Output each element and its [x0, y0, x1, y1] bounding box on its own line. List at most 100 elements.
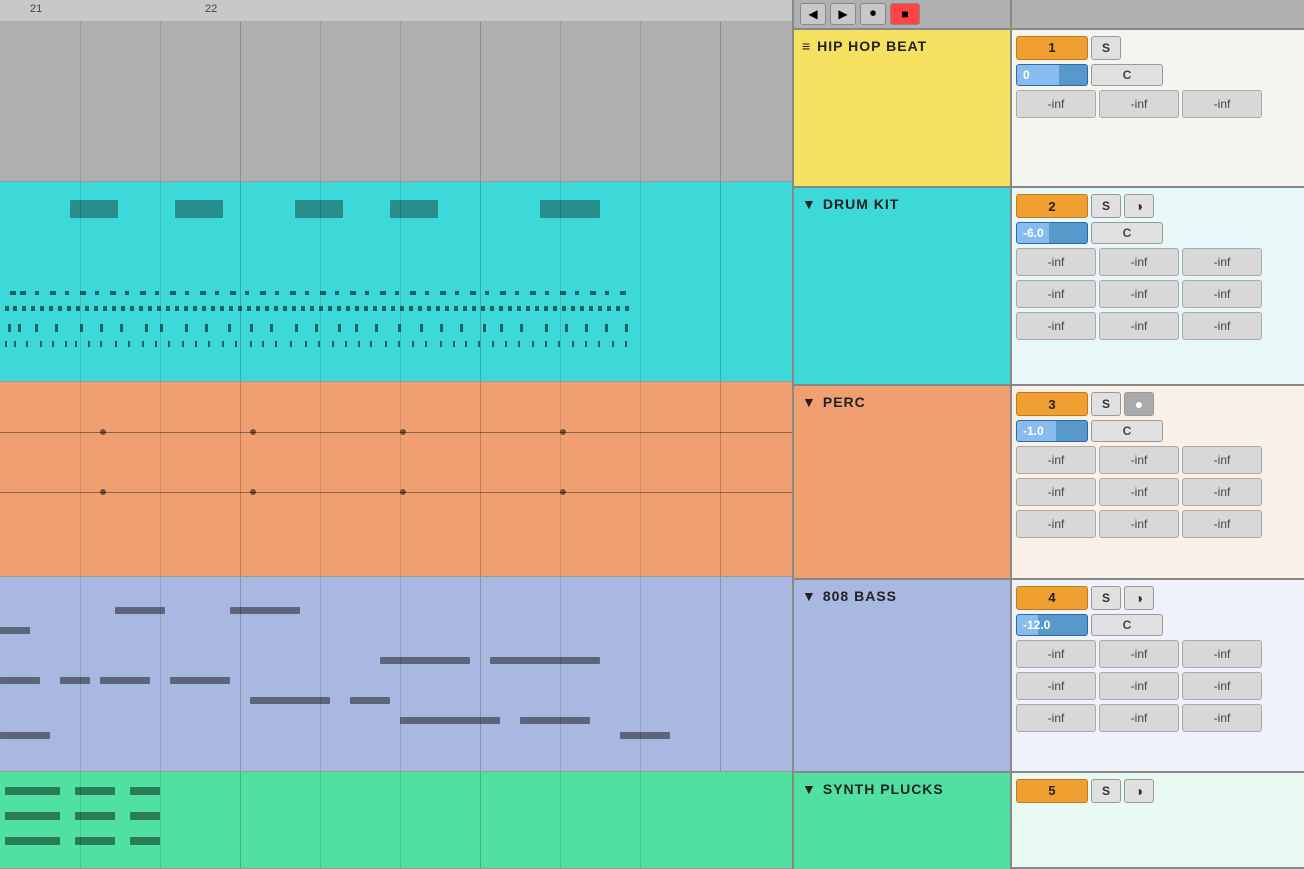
mixer-inf-btn[interactable]: -inf — [1099, 704, 1179, 732]
mixer-inf-btn[interactable]: -inf — [1182, 248, 1262, 276]
mixer-number-hip-hop[interactable]: 1 — [1016, 36, 1088, 60]
mixer-inf-btn[interactable]: -inf — [1182, 704, 1262, 732]
arrangement-track-808-bass[interactable] — [0, 577, 792, 772]
note-block[interactable] — [380, 657, 470, 664]
mixer-inf-btn[interactable]: -inf — [1099, 280, 1179, 308]
track-808-bass-header[interactable]: ▼ 808 BASS — [794, 580, 1010, 773]
mixer-icon-drum-kit[interactable]: ◑ — [1124, 194, 1154, 218]
mixer-c-808-bass[interactable]: C — [1091, 614, 1163, 636]
back-button[interactable]: ◀ — [800, 3, 826, 25]
clip-block[interactable] — [175, 200, 223, 218]
mixer-s-synth[interactable]: S — [1091, 779, 1121, 803]
note-block[interactable] — [5, 812, 60, 820]
mixer-inf-btn[interactable]: -inf — [1016, 248, 1096, 276]
mixer-inf-btn[interactable]: -inf — [1182, 312, 1262, 340]
mixer-inf-btn[interactable]: -inf — [1016, 280, 1096, 308]
mixer-inf-btn[interactable]: -inf — [1099, 90, 1179, 118]
mixer-inf-btn[interactable]: -inf — [1099, 312, 1179, 340]
note-block[interactable] — [75, 837, 115, 845]
mixer-c-drum-kit[interactable]: C — [1091, 222, 1163, 244]
mixer-inf-btn[interactable]: -inf — [1099, 446, 1179, 474]
note-block[interactable] — [0, 627, 30, 634]
mixer-inf-btn[interactable]: -inf — [1099, 640, 1179, 668]
note-block[interactable] — [5, 787, 60, 795]
arrangement-track-synth[interactable] — [0, 772, 792, 869]
mixer-inf-btn[interactable]: -inf — [1182, 510, 1262, 538]
mixer-inf-btn[interactable]: -inf — [1016, 478, 1096, 506]
mixer-inf-btn[interactable]: -inf — [1099, 478, 1179, 506]
mixer-volume-row-perc: -1.0 C — [1012, 418, 1304, 444]
note-block[interactable] — [250, 697, 330, 704]
note-block[interactable] — [350, 697, 390, 704]
mixer-inf-btn[interactable]: -inf — [1016, 90, 1096, 118]
mixer-volume-drum-kit[interactable]: -6.0 — [1016, 222, 1088, 244]
mixer-inf-row3-perc: -inf -inf -inf — [1012, 508, 1304, 540]
mixer-icon-synth[interactable]: ◑ — [1124, 779, 1154, 803]
mixer-volume-perc[interactable]: -1.0 — [1016, 420, 1088, 442]
note-block[interactable] — [75, 812, 115, 820]
mixer-number-perc[interactable]: 3 — [1016, 392, 1088, 416]
forward-button[interactable]: ▶ — [830, 3, 856, 25]
mixer-s-drum-kit[interactable]: S — [1091, 194, 1121, 218]
arrangement-track-perc[interactable] — [0, 382, 792, 577]
note-block[interactable] — [400, 717, 500, 724]
mixer-s-hip-hop[interactable]: S — [1091, 36, 1121, 60]
note-block[interactable] — [620, 732, 670, 739]
note-block[interactable] — [520, 717, 590, 724]
note-block[interactable] — [75, 787, 115, 795]
mixer-volume-hip-hop[interactable]: 0 — [1016, 64, 1088, 86]
mixer-inf-btn[interactable]: -inf — [1099, 248, 1179, 276]
mixer-icon-808-bass[interactable]: ◑ — [1124, 586, 1154, 610]
mixer-c-perc[interactable]: C — [1091, 420, 1163, 442]
arrangement-track-hip-hop[interactable] — [0, 22, 792, 182]
note-block[interactable] — [5, 837, 60, 845]
mixer-number-synth[interactable]: 5 — [1016, 779, 1088, 803]
note-block[interactable] — [115, 607, 165, 614]
track-hip-hop-header[interactable]: ≡ HIP HOP BEAT — [794, 30, 1010, 189]
clip-block[interactable] — [70, 200, 118, 218]
stop-button[interactable]: ■ — [890, 3, 920, 25]
mixer-c-hip-hop[interactable]: C — [1091, 64, 1163, 86]
note-block[interactable] — [130, 812, 160, 820]
mixer-inf-btn[interactable]: -inf — [1016, 446, 1096, 474]
mixer-inf-btn[interactable]: -inf — [1182, 672, 1262, 700]
mixer-inf-btn[interactable]: -inf — [1016, 704, 1096, 732]
note-block[interactable] — [230, 607, 300, 614]
clip-block[interactable] — [295, 200, 343, 218]
note-block[interactable] — [0, 732, 50, 739]
mixer-inf-btn[interactable]: -inf — [1099, 510, 1179, 538]
note-block[interactable] — [100, 677, 150, 684]
note-block[interactable] — [130, 787, 160, 795]
mixer-number-drum-kit[interactable]: 2 — [1016, 194, 1088, 218]
mixer-inf-btn[interactable]: -inf — [1182, 478, 1262, 506]
clip-block[interactable] — [390, 200, 438, 218]
mixer-inf-btn[interactable]: -inf — [1182, 446, 1262, 474]
note-block[interactable] — [60, 677, 90, 684]
mixer-inf-row3-808-bass: -inf -inf -inf — [1012, 702, 1304, 734]
mixer-inf-btn[interactable]: -inf — [1016, 640, 1096, 668]
track-drum-kit-header[interactable]: ▼ DRUM KIT — [794, 188, 1010, 386]
mixer-inf-btn[interactable]: -inf — [1016, 510, 1096, 538]
note-block[interactable] — [130, 837, 160, 845]
mixer-s-perc[interactable]: S — [1091, 392, 1121, 416]
mixer-number-808-bass[interactable]: 4 — [1016, 586, 1088, 610]
mixer-inf-btn[interactable]: -inf — [1182, 640, 1262, 668]
mixer-inf-btn[interactable]: -inf — [1016, 672, 1096, 700]
mixer-s-808-bass[interactable]: S — [1091, 586, 1121, 610]
mixer-volume-value-hip-hop: 0 — [1023, 68, 1030, 82]
mixer-icon-perc[interactable]: ● — [1124, 392, 1154, 416]
note-block[interactable] — [490, 657, 600, 664]
mixer-inf-btn[interactable]: -inf — [1182, 280, 1262, 308]
note-block[interactable] — [0, 677, 40, 684]
clip-block[interactable] — [540, 200, 600, 218]
ruler-mark-21: 21 — [30, 3, 42, 15]
mixer-inf-btn[interactable]: -inf — [1099, 672, 1179, 700]
arrangement-track-drum-kit[interactable] — [0, 182, 792, 382]
mixer-inf-btn[interactable]: -inf — [1182, 90, 1262, 118]
note-block[interactable] — [170, 677, 230, 684]
track-perc-header[interactable]: ▼ PERC — [794, 386, 1010, 579]
track-synth-header[interactable]: ▼ SYNTH PLUCKS — [794, 773, 1010, 869]
record-button[interactable]: ⏺ — [860, 3, 886, 25]
mixer-inf-btn[interactable]: -inf — [1016, 312, 1096, 340]
mixer-volume-808-bass[interactable]: -12.0 — [1016, 614, 1088, 636]
